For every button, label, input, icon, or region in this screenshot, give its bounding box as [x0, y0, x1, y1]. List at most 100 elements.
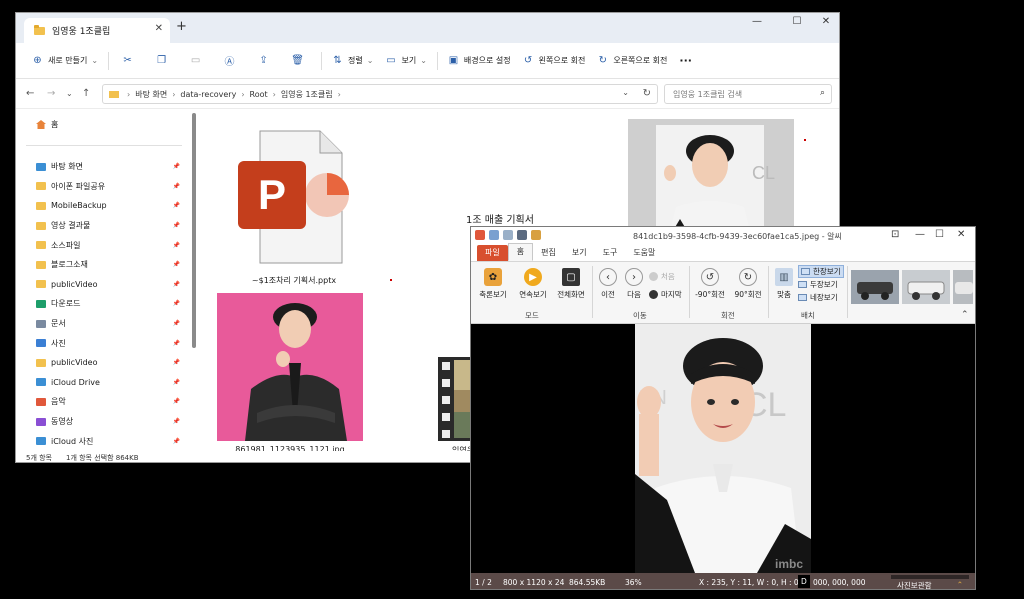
pin-icon[interactable]: 📌 [173, 320, 180, 327]
copy-button[interactable]: ❐ [147, 49, 181, 73]
thumbnail-item[interactable] [953, 270, 973, 304]
next-button[interactable]: › 다음 [621, 268, 647, 300]
fit-button[interactable]: ▥ 맞춤 [771, 268, 797, 300]
refresh-icon[interactable]: ↻ [643, 88, 651, 99]
sort-button[interactable]: ⇅ 정렬 ⌄ [326, 49, 379, 73]
print-icon[interactable] [531, 230, 541, 240]
menu-view[interactable]: 보기 [564, 245, 595, 261]
menu-home[interactable]: 홈 [507, 243, 534, 261]
breadcrumb-item[interactable]: 임영웅 1조클립 [281, 89, 333, 100]
up-arrow-icon[interactable]: ↑ [82, 88, 90, 99]
thumbnail-item[interactable] [851, 270, 899, 304]
back-arrow-icon[interactable]: ← [26, 88, 34, 99]
menu-edit[interactable]: 편집 [533, 245, 564, 261]
image-canvas[interactable]: CL EN imbc [471, 324, 975, 573]
paste-button[interactable]: ▭ [181, 49, 215, 73]
minimize-button[interactable]: — [744, 16, 770, 27]
close-tab-icon[interactable]: ✕ [155, 23, 163, 34]
sidebar-item[interactable]: 아이폰 파일공유 📌 [36, 177, 186, 197]
close-window-button[interactable]: ✕ [813, 16, 839, 27]
rotate-left-button[interactable]: ↺ 왼쪽으로 회전 [517, 49, 592, 73]
set-background-button[interactable]: ▣ 배경으로 설정 [442, 49, 517, 73]
pin-icon[interactable]: 📌 [173, 379, 180, 386]
pin-icon[interactable]: 📌 [173, 438, 180, 445]
last-button[interactable]: 마지막 [649, 289, 682, 300]
close-window-button[interactable]: ✕ [957, 229, 965, 240]
pin-icon[interactable]: 📌 [173, 202, 180, 209]
minimize-button[interactable]: — [915, 229, 925, 240]
breadcrumb-item[interactable]: 바탕 화면 [135, 89, 167, 100]
new-tab-button[interactable]: + [176, 19, 187, 34]
previous-button[interactable]: ‹ 이전 [595, 268, 621, 300]
open-icon[interactable] [489, 230, 499, 240]
sidebar-item[interactable]: 사진 📌 [36, 333, 186, 353]
pin-icon[interactable]: 📌 [173, 398, 180, 405]
pin-icon[interactable]: 📌 [173, 222, 180, 229]
pin-icon[interactable]: 📌 [173, 183, 180, 190]
file-item-jpg[interactable]: 861981_1123935_1121.jpg [217, 293, 363, 459]
breadcrumb-item[interactable]: Root [250, 90, 268, 99]
pin-icon[interactable]: 📌 [173, 281, 180, 288]
file-name-heading[interactable]: 1조 매출 기획서 [466, 211, 534, 226]
sidebar-item[interactable]: 블로그소재 📌 [36, 255, 186, 275]
rotate-ccw-button[interactable]: ↺ -90°회전 [693, 268, 727, 300]
restore-icon[interactable]: ⊡ [891, 229, 899, 240]
pin-icon[interactable]: 📌 [173, 300, 180, 307]
view-button[interactable]: ▭ 보기 ⌄ [379, 49, 432, 73]
file-item-selected-jpeg[interactable]: CL [628, 119, 794, 239]
sidebar-scrollbar[interactable] [192, 113, 196, 348]
delete-button[interactable]: 🗑 [283, 49, 317, 73]
sidebar-item[interactable]: MobileBackup 📌 [36, 196, 186, 216]
pin-icon[interactable]: 📌 [173, 340, 180, 347]
breadcrumb-item[interactable]: data-recovery [180, 90, 236, 99]
slideshow-button[interactable]: ✿ 축론보기 [475, 268, 511, 300]
pin-icon[interactable]: 📌 [173, 163, 180, 170]
sidebar-item[interactable]: 동영상 📌 [36, 412, 186, 432]
single-view-option[interactable]: 한장보기 [798, 265, 844, 278]
menu-file[interactable]: 파일 [477, 245, 508, 261]
rename-button[interactable]: Ⓐ [215, 49, 249, 73]
sidebar-item[interactable]: 음악 📌 [36, 392, 186, 412]
sidebar-item[interactable]: 영상 결과물 📌 [36, 216, 186, 236]
fullscreen-button[interactable]: ▢ 전체화면 [553, 268, 589, 300]
rotate-right-button[interactable]: ↻ 오른쪽으로 회전 [591, 49, 673, 73]
search-input[interactable]: 임영웅 1조클립 검색 ⌕ [664, 84, 832, 104]
pin-icon[interactable]: 📌 [173, 261, 180, 268]
recent-chevron-icon[interactable]: ⌄ [66, 89, 73, 98]
sidebar-item[interactable]: iCloud 사진 📌 [36, 431, 186, 451]
save-icon[interactable] [517, 230, 527, 240]
double-view-option[interactable]: 두장보기 [798, 279, 838, 290]
sidebar-item[interactable]: publicVideo 📌 [36, 353, 186, 373]
thumbnail-item[interactable] [902, 270, 950, 304]
address-dropdown-icon[interactable]: ⌄ [622, 88, 629, 97]
sidebar-item[interactable]: 바탕 화면 📌 [36, 157, 186, 177]
folder-open-icon[interactable] [503, 230, 513, 240]
sidebar-item[interactable]: 다운로드 📌 [36, 294, 186, 314]
collapse-ribbon-icon[interactable]: ⌃ [961, 310, 969, 320]
forward-arrow-icon[interactable]: → [47, 88, 55, 99]
sidebar-item[interactable]: publicVideo 📌 [36, 275, 186, 295]
continuous-view-button[interactable]: ▶ 연속보기 [515, 268, 551, 300]
address-bar[interactable]: › 바탕 화면 › data-recovery › Root › 임영웅 1조클… [102, 84, 658, 104]
sidebar-item[interactable]: 소스파일 📌 [36, 235, 186, 255]
pin-icon[interactable]: 📌 [173, 359, 180, 366]
more-button[interactable]: ··· [673, 49, 698, 73]
first-button[interactable]: 처음 [649, 271, 675, 282]
maximize-button[interactable]: ☐ [784, 16, 810, 27]
pin-icon[interactable]: 📌 [173, 418, 180, 425]
tab-current-folder[interactable]: 임영웅 1조클립 ✕ [24, 18, 170, 43]
rotate-cw-button[interactable]: ↻ 90°회전 [731, 268, 765, 300]
sidebar-item-home[interactable]: 홈 [36, 119, 58, 130]
photo-store-button[interactable]: 사진보관함 ⌃ [891, 575, 969, 589]
sidebar-item[interactable]: 문서 📌 [36, 314, 186, 334]
cut-button[interactable]: ✂ [113, 49, 147, 73]
sidebar-item[interactable]: iCloud Drive 📌 [36, 373, 186, 393]
quad-view-option[interactable]: 네장보기 [798, 292, 838, 303]
maximize-button[interactable]: ☐ [935, 229, 944, 240]
share-button[interactable]: ⇪ [249, 49, 283, 73]
file-item-pptx[interactable]: P ~$1조차리 기획서.pptx [224, 127, 364, 287]
pin-icon[interactable]: 📌 [173, 242, 180, 249]
menu-help[interactable]: 도움말 [625, 245, 663, 261]
menu-tools[interactable]: 도구 [595, 245, 626, 261]
new-button[interactable]: ⊕ 새로 만들기 ⌄ [26, 49, 104, 73]
